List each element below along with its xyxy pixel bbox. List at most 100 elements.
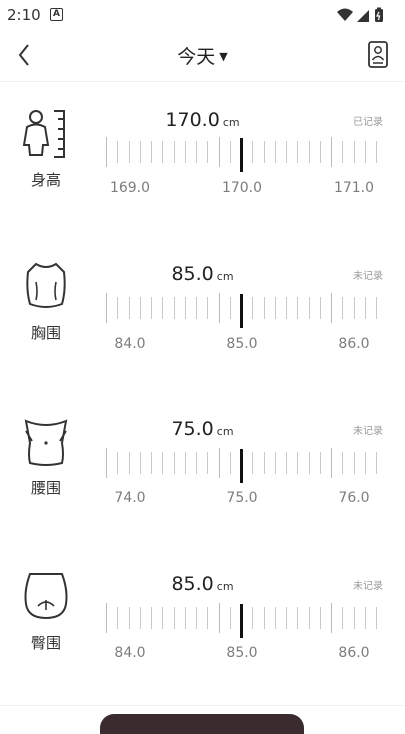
measurement-hip: 臀围 85.0 cm 未记录 84.0 85.0 86.0 [0, 570, 405, 710]
ruler-tick [286, 141, 287, 163]
ruler-tick [139, 141, 141, 163]
ruler-tick [274, 141, 276, 163]
measurement-unit: cm [216, 270, 234, 283]
ruler-tick [297, 607, 299, 629]
ruler-tick [207, 452, 209, 474]
date-selector[interactable]: 今天 ▼ [0, 42, 405, 69]
measurement-value: 85.0 [171, 573, 214, 595]
measurement-height: 身高 170.0 cm 已记录 169.0 170.0 171.0 [0, 105, 405, 245]
ruler-tick [117, 297, 119, 319]
notification-app-icon: A [50, 8, 63, 21]
ruler-tick [252, 297, 254, 319]
ruler-tick [162, 452, 164, 474]
measurement-value-display: 75.0 cm [0, 418, 405, 440]
ruler-tick [117, 452, 119, 474]
ruler-tick [376, 607, 377, 629]
ruler-tick [342, 297, 344, 319]
ruler-tick [184, 141, 186, 163]
ruler-tick [218, 137, 220, 167]
profile-button[interactable] [367, 40, 389, 70]
ruler-label-left: 169.0 [109, 180, 151, 196]
wifi-icon [337, 8, 353, 21]
ruler-tick [196, 141, 197, 163]
ruler-label-center: 85.0 [226, 336, 258, 352]
ruler-pointer [240, 138, 243, 172]
ruler-tick [308, 607, 310, 629]
ruler-label-center: 170.0 [221, 180, 263, 196]
ruler-label-right: 76.0 [338, 490, 370, 506]
ruler-tick [286, 297, 287, 319]
ruler-tick [274, 452, 276, 474]
ruler-tick [196, 607, 197, 629]
ruler-tick [128, 607, 130, 629]
ruler-label-left: 84.0 [114, 645, 146, 661]
header: 今天 ▼ [0, 30, 405, 80]
record-status: 已记录 [353, 117, 383, 128]
ruler-tick [263, 297, 265, 319]
ruler-tick [139, 297, 141, 319]
ruler-tick [319, 297, 321, 319]
measurement-label: 臀围 [30, 634, 61, 652]
signal-icon [357, 10, 369, 22]
status-time: 2:10 [7, 6, 41, 24]
ruler-tick [162, 607, 164, 629]
bottom-divider [0, 705, 405, 706]
measurement-value: 75.0 [171, 418, 214, 440]
ruler-tick [319, 452, 321, 474]
ruler-tick [218, 293, 220, 323]
ruler-tick [252, 607, 254, 629]
save-button[interactable] [100, 714, 304, 734]
ruler-tick [331, 448, 332, 478]
ruler-tick [218, 448, 220, 478]
ruler-tick [184, 297, 186, 319]
ruler-tick [173, 141, 175, 163]
ruler-tick [229, 141, 231, 163]
ruler-tick [151, 452, 152, 474]
ruler-tick [173, 452, 175, 474]
ruler-tick [263, 607, 265, 629]
ruler-tick [263, 141, 265, 163]
ruler-tick [151, 607, 152, 629]
ruler-tick [274, 607, 276, 629]
ruler-pointer [240, 604, 243, 638]
ruler-tick [331, 603, 332, 633]
measurement-value-display: 85.0 cm [0, 263, 405, 285]
ruler-tick [331, 137, 332, 167]
ruler-tick [128, 297, 130, 319]
ruler-label-left: 84.0 [114, 336, 146, 352]
ruler-tick [128, 452, 130, 474]
measurement-unit: cm [222, 116, 240, 129]
ruler-label-left: 74.0 [114, 490, 146, 506]
ruler-tick [308, 452, 310, 474]
ruler-tick [297, 297, 299, 319]
ruler-tick [151, 141, 152, 163]
ruler-tick [173, 607, 175, 629]
ruler-label-right: 171.0 [333, 180, 375, 196]
ruler-tick [151, 297, 152, 319]
ruler-tick [139, 452, 141, 474]
ruler-tick [353, 297, 355, 319]
ruler-tick [376, 452, 377, 474]
ruler-tick [184, 607, 186, 629]
ruler-tick [207, 297, 209, 319]
measurement-label: 胸围 [30, 324, 61, 342]
ruler-tick [297, 141, 299, 163]
status-icons [335, 6, 395, 28]
ruler-tick [353, 607, 355, 629]
ruler-tick [308, 297, 310, 319]
record-status: 未记录 [353, 271, 383, 282]
header-divider [0, 81, 405, 82]
ruler-tick [342, 141, 344, 163]
ruler-label-center: 85.0 [226, 645, 258, 661]
ruler-tick [229, 607, 231, 629]
measurement-unit: cm [216, 425, 234, 438]
ruler-tick [364, 297, 366, 319]
ruler-tick [196, 297, 197, 319]
caret-down-icon: ▼ [219, 50, 228, 63]
ruler-tick [308, 141, 310, 163]
measurement-value-display: 85.0 cm [0, 573, 405, 595]
ruler-tick [342, 607, 344, 629]
ruler-tick [128, 141, 130, 163]
ruler-label-right: 86.0 [338, 645, 370, 661]
ruler-tick [162, 141, 164, 163]
